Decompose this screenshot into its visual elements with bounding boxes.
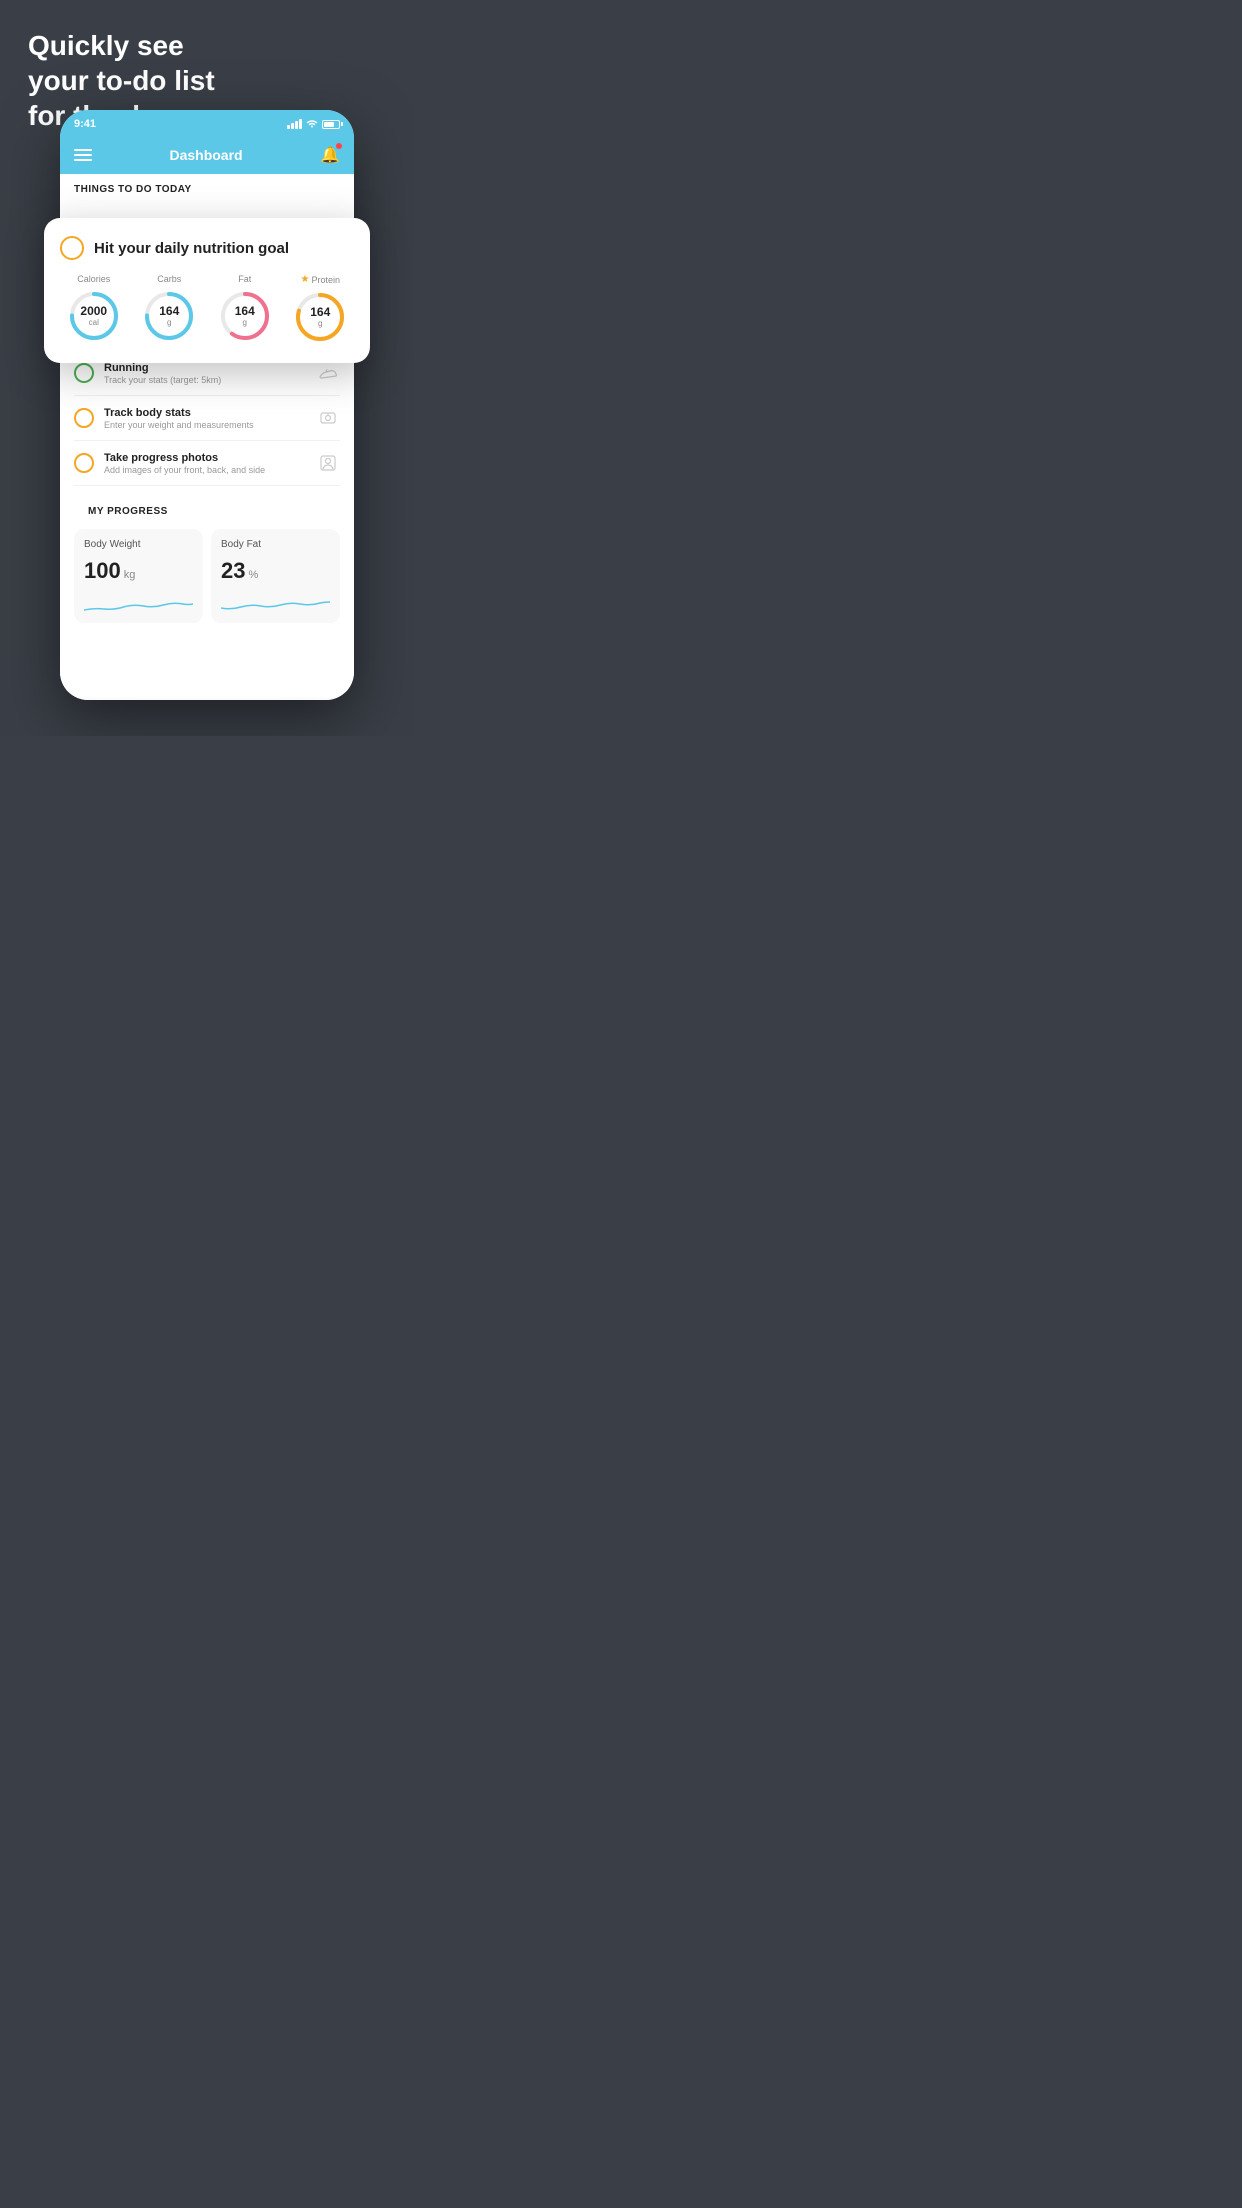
battery-icon xyxy=(322,120,340,129)
card-title-row: Hit your daily nutrition goal xyxy=(60,236,354,260)
nutrition-grid: Calories 2000 cal Carbs xyxy=(60,274,354,345)
hero-line1: Quickly see xyxy=(28,28,215,63)
protein-ring: 164 g xyxy=(292,289,348,345)
todo-subtitle-body-stats: Enter your weight and measurements xyxy=(104,420,306,430)
todo-title-photos: Take progress photos xyxy=(104,452,306,464)
protein-ring-text: 164 g xyxy=(310,306,330,328)
hamburger-icon[interactable] xyxy=(74,149,92,161)
nav-bar: Dashboard 🔔 xyxy=(60,136,354,174)
todo-circle-body-stats xyxy=(74,408,94,428)
calories-unit: cal xyxy=(80,318,107,327)
carbs-value: 164 xyxy=(159,305,179,318)
calories-ring-text: 2000 cal xyxy=(80,305,107,327)
fat-ring: 164 g xyxy=(217,288,273,344)
todo-subtitle-running: Track your stats (target: 5km) xyxy=(104,375,306,385)
body-fat-unit: % xyxy=(248,569,258,581)
things-today-header: THINGS TO DO TODAY xyxy=(60,174,354,201)
status-bar: 9:41 xyxy=(60,110,354,136)
calories-label: Calories xyxy=(77,274,110,284)
bodyfat-wave-chart xyxy=(221,594,330,618)
nutrition-carbs: Carbs 164 g xyxy=(141,274,197,345)
todo-circle-running xyxy=(74,363,94,383)
carbs-ring-text: 164 g xyxy=(159,305,179,327)
phone-bottom-overlay xyxy=(60,696,354,736)
carbs-label: Carbs xyxy=(157,274,181,284)
todo-text-running: Running Track your stats (target: 5km) xyxy=(104,362,306,385)
todo-text-body-stats: Track body stats Enter your weight and m… xyxy=(104,407,306,430)
fat-ring-text: 164 g xyxy=(235,305,255,327)
todo-text-photos: Take progress photos Add images of your … xyxy=(104,452,306,475)
progress-card-weight[interactable]: Body Weight 100 kg xyxy=(74,529,203,623)
nutrition-protein: ★ Protein 164 g xyxy=(292,274,348,345)
progress-header: MY PROGRESS xyxy=(74,496,340,523)
nav-title: Dashboard xyxy=(169,147,242,163)
body-weight-label: Body Weight xyxy=(84,539,193,550)
todo-title-running: Running xyxy=(104,362,306,374)
fat-label: Fat xyxy=(238,274,251,284)
shoe-icon xyxy=(316,361,340,385)
progress-cards: Body Weight 100 kg Body Fat 23 xyxy=(74,523,340,629)
body-fat-value: 23 % xyxy=(221,558,330,584)
body-fat-number: 23 xyxy=(221,558,245,584)
calories-value: 2000 xyxy=(80,305,107,318)
card-title: Hit your daily nutrition goal xyxy=(94,240,289,257)
todo-title-body-stats: Track body stats xyxy=(104,407,306,419)
todo-subtitle-photos: Add images of your front, back, and side xyxy=(104,465,306,475)
progress-section: MY PROGRESS Body Weight 100 kg Body F xyxy=(60,486,354,629)
status-icons xyxy=(287,118,340,131)
wifi-icon xyxy=(306,118,318,131)
calories-ring: 2000 cal xyxy=(66,288,122,344)
fat-value: 164 xyxy=(235,305,255,318)
todo-circle-photos xyxy=(74,453,94,473)
progress-card-bodyfat[interactable]: Body Fat 23 % xyxy=(211,529,340,623)
protein-label-row: ★ Protein xyxy=(301,274,341,285)
star-icon: ★ xyxy=(301,274,310,285)
body-weight-value: 100 kg xyxy=(84,558,193,584)
nutrition-fat: Fat 164 g xyxy=(217,274,273,345)
protein-unit: g xyxy=(310,319,330,328)
hero-line2: your to-do list xyxy=(28,63,215,98)
todo-item-body-stats[interactable]: Track body stats Enter your weight and m… xyxy=(74,396,340,441)
carbs-ring: 164 g xyxy=(141,288,197,344)
page-wrapper: Quickly see your to-do list for the day.… xyxy=(0,0,414,736)
fat-unit: g xyxy=(235,318,255,327)
nutrition-calories: Calories 2000 cal xyxy=(66,274,122,345)
circle-check-icon xyxy=(60,236,84,260)
todo-list: Running Track your stats (target: 5km) T… xyxy=(60,351,354,486)
bell-icon[interactable]: 🔔 xyxy=(320,145,340,165)
body-fat-label: Body Fat xyxy=(221,539,330,550)
weight-wave-chart xyxy=(84,594,193,618)
signal-icon xyxy=(287,119,302,129)
bell-notification-dot xyxy=(336,143,342,149)
scale-icon xyxy=(316,406,340,430)
body-weight-unit: kg xyxy=(124,569,136,581)
nutrition-card: Hit your daily nutrition goal Calories 2… xyxy=(44,218,370,363)
protein-value: 164 xyxy=(310,306,330,319)
todo-item-photos[interactable]: Take progress photos Add images of your … xyxy=(74,441,340,486)
portrait-icon xyxy=(316,451,340,475)
body-weight-number: 100 xyxy=(84,558,121,584)
protein-label: Protein xyxy=(311,275,340,285)
phone-mockup: 9:41 xyxy=(60,110,354,700)
carbs-unit: g xyxy=(159,318,179,327)
status-time: 9:41 xyxy=(74,118,96,130)
